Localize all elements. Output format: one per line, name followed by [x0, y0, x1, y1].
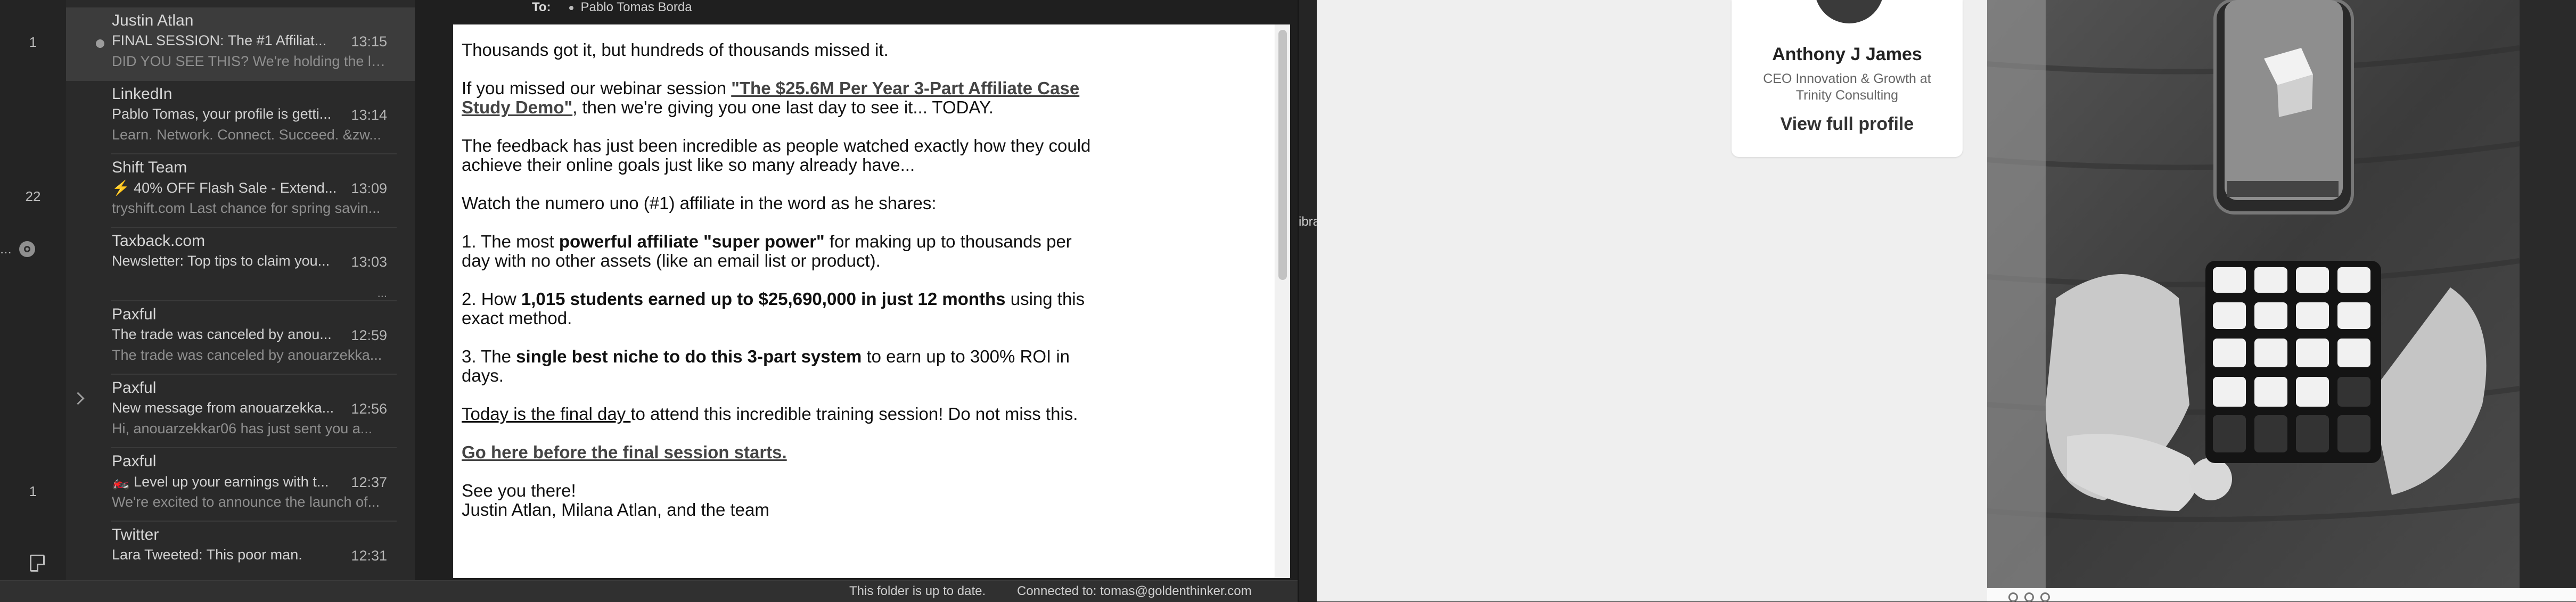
carousel-dot-icon[interactable]	[2008, 592, 2018, 602]
message-time: 13:14	[351, 107, 387, 123]
message-time: 12:56	[351, 401, 387, 417]
message-row[interactable]: Justin Atlan FINAL SESSION: The #1 Affil…	[66, 7, 415, 81]
email-paragraph: The feedback has just been incredible as…	[462, 136, 1091, 175]
message-subject: Newsletter: Top tips to claim you...	[112, 253, 330, 269]
email-list-item: 3. The single best niche to do this 3-pa…	[462, 347, 1101, 385]
message-time: 13:09	[351, 180, 387, 196]
activity-icon[interactable]	[19, 241, 35, 257]
message-time: 12:59	[351, 327, 387, 343]
recipient-name[interactable]: Pablo Tomas Borda	[581, 0, 692, 14]
folder-status: This folder is up to date.	[849, 584, 986, 598]
message-preview: DID YOU SEE THIS? We're holding the la..…	[112, 53, 387, 69]
message-time: 13:03	[351, 254, 387, 270]
email-emphasis: 1,015 students earned up to $25,690,000 …	[521, 289, 1006, 309]
body-scrollbar[interactable]	[1275, 24, 1290, 578]
email-text: 2. How	[462, 289, 521, 309]
message-subject: FINAL SESSION: The #1 Affiliat...	[112, 32, 327, 48]
message-subject: 🏍️ Level up your earnings with t...	[112, 474, 329, 490]
email-paragraph: Thousands got it, but hundreds of thousa…	[462, 40, 889, 60]
rubiks-cube-photo	[1987, 0, 2520, 588]
message-sender: LinkedIn	[112, 85, 173, 103]
recipient-bullet-icon	[569, 5, 573, 10]
scrollbar-thumb[interactable]	[1278, 30, 1287, 280]
connection-status: Connected to: tomas@goldenthinker.com	[1017, 584, 1252, 598]
message-sender: Paxful	[112, 379, 157, 397]
email-paragraph: Watch the numero uno (#1) affiliate in t…	[462, 193, 937, 213]
message-preview: Hi, anouarzekkar06 has just sent you a..…	[112, 420, 373, 436]
message-preview: tryshift.com Last chance for spring savi…	[112, 200, 381, 216]
profile-name[interactable]: Anthony J James	[1732, 44, 1963, 65]
image-panel	[1987, 0, 2576, 602]
message-sender: Paxful	[112, 306, 157, 323]
message-sender: Justin Atlan	[112, 12, 194, 29]
carousel-dot-icon[interactable]	[2040, 592, 2050, 602]
email-paragraph: Today is the final day to attend this in…	[462, 405, 1101, 424]
status-bar: This folder is up to date. Connected to:…	[0, 580, 1298, 602]
profile-card: Anthony J James CEO Innovation & Growth …	[1732, 0, 1963, 157]
window-divider[interactable]: ibra	[1298, 0, 1320, 601]
message-row[interactable]: Paxful The trade was canceled by anou...…	[66, 301, 415, 375]
message-sender: Taxback.com	[112, 232, 206, 250]
email-signoff: See you there!	[462, 481, 576, 500]
message-subject: ⚡ 40% OFF Flash Sale - Extend...	[112, 180, 337, 196]
unread-count: 22	[25, 188, 41, 204]
message-subject: The trade was canceled by anou...	[112, 326, 332, 342]
email-text: 3. The	[462, 347, 516, 366]
avatar[interactable]	[1812, 0, 1886, 26]
view-profile-link[interactable]: View full profile	[1732, 114, 1963, 135]
message-preview: Learn. Network. Connect. Succeed. &zw...	[112, 127, 381, 143]
email-emphasis: single best niche to do this 3-part syst…	[516, 347, 862, 366]
email-paragraph: If you missed our webinar session "The $…	[462, 79, 1101, 117]
message-row[interactable]: Paxful 🏍️ Level up your earnings with t.…	[66, 448, 415, 522]
message-row[interactable]: Taxback.com Newsletter: Top tips to clai…	[66, 228, 415, 301]
unread-count: 1	[29, 34, 37, 50]
email-content: Thousands got it, but hundreds of thousa…	[462, 40, 1101, 539]
carousel-dot-icon[interactable]	[2024, 592, 2034, 602]
carousel-dots	[1987, 588, 2576, 602]
profile-headline: CEO Innovation & Growth at Trinity Consu…	[1763, 71, 1931, 103]
compose-icon[interactable]	[30, 555, 45, 572]
message-sender: Paxful	[112, 452, 157, 470]
message-more-ellipsis: ...	[377, 286, 387, 300]
to-label: To:	[532, 0, 551, 14]
message-preview: We're excited to announce the launch of.…	[112, 494, 380, 510]
message-subject: Pablo Tomas, your profile is getti...	[112, 106, 332, 122]
message-sender: Twitter	[112, 526, 159, 543]
email-signature: Justin Atlan, Milana Atlan, and the team	[462, 500, 769, 519]
unread-count: 1	[29, 483, 37, 499]
mailbox-rail: 1 22 ... 1	[0, 0, 67, 601]
email-text: , then we're giving you one last day to …	[572, 97, 994, 117]
email-text: to attend this incredible training sessi…	[630, 404, 1078, 424]
message-subject: New message from anouarzekka...	[112, 400, 334, 416]
message-time: 12:31	[351, 548, 387, 564]
reading-pane: To: Pablo Tomas Borda Thousands got it, b…	[415, 0, 1298, 580]
email-text: 1. The most	[462, 232, 559, 251]
recipient-row: To: Pablo Tomas Borda	[532, 0, 692, 15]
message-sender: Shift Team	[112, 159, 187, 176]
message-row[interactable]: Paxful New message from anouarzekka... 1…	[66, 375, 415, 448]
email-text: If you missed our webinar session	[462, 78, 732, 98]
cta-link[interactable]: Go here before the final session starts.	[462, 442, 787, 462]
message-subject: Lara Tweeted: This poor man.	[112, 547, 302, 563]
rail-ellipsis: ...	[0, 241, 12, 257]
email-list-item: 2. How 1,015 students earned up to $25,6…	[462, 290, 1101, 328]
message-row[interactable]: LinkedIn Pablo Tomas, your profile is ge…	[66, 81, 415, 154]
message-list: Justin Atlan FINAL SESSION: The #1 Affil…	[66, 0, 415, 580]
message-body: Thousands got it, but hundreds of thousa…	[453, 24, 1290, 578]
message-preview: The trade was canceled by anouarzekka...	[112, 347, 382, 363]
email-emphasis: powerful affiliate "super power"	[559, 232, 825, 251]
email-paragraph: Go here before the final session starts.	[462, 443, 1101, 462]
browser-panel: Anthony J James CEO Innovation & Growth …	[1317, 0, 1987, 601]
thread-expand-chevron-icon[interactable]	[71, 392, 85, 405]
message-time: 13:15	[351, 34, 387, 50]
email-list-item: 1. The most powerful affiliate "super po…	[462, 232, 1101, 270]
message-time: 12:37	[351, 474, 387, 490]
message-row[interactable]: Shift Team ⚡ 40% OFF Flash Sale - Extend…	[66, 154, 415, 228]
final-day-link[interactable]: Today is the final day	[462, 404, 630, 424]
unread-dot-icon	[96, 39, 104, 48]
